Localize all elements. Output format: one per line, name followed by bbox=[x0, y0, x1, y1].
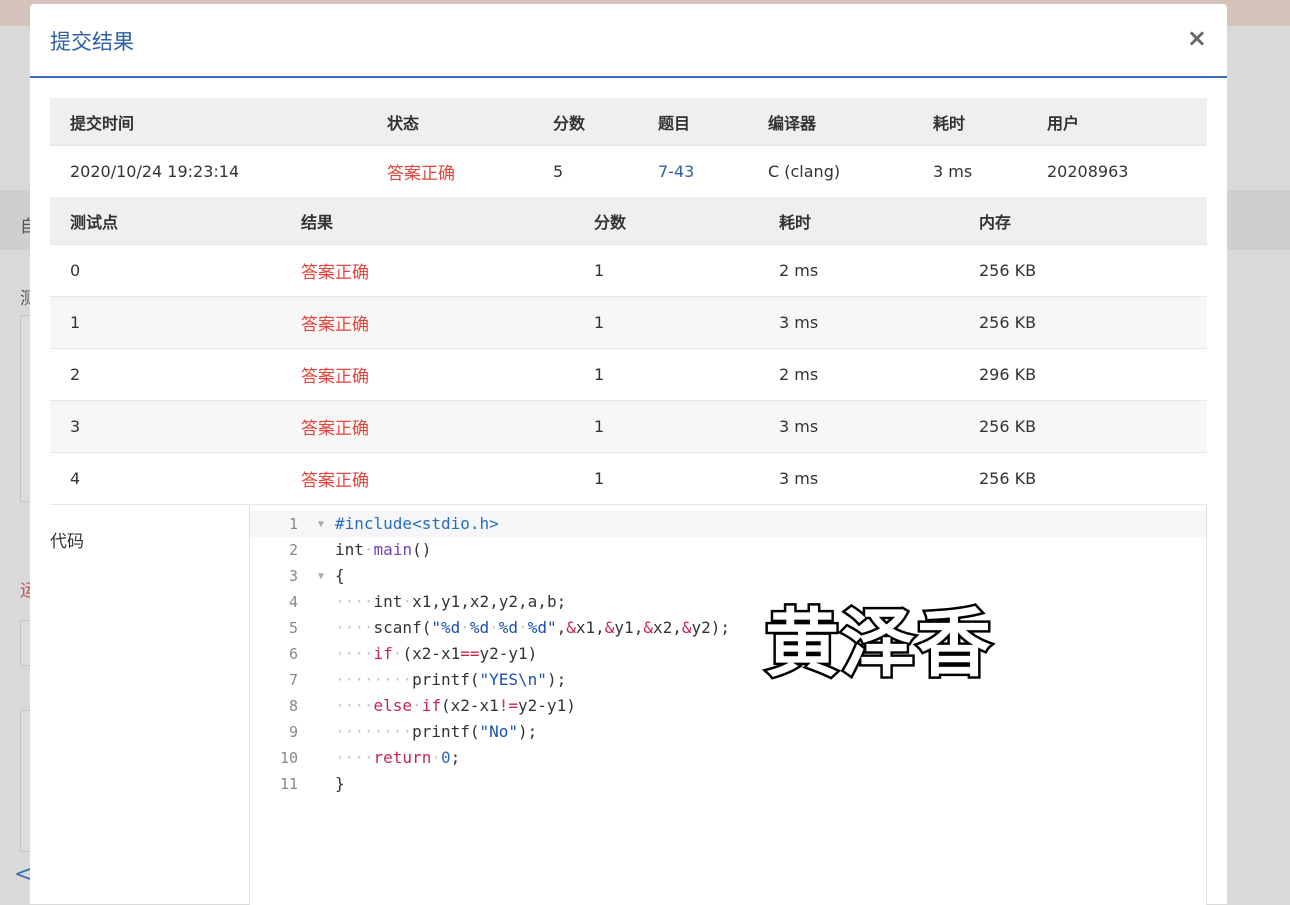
line-number: 3 bbox=[288, 567, 298, 585]
column-header: 编译器 bbox=[748, 98, 913, 146]
test-score: 1 bbox=[574, 296, 759, 349]
column-header: 状态 bbox=[367, 98, 533, 146]
test-score: 1 bbox=[574, 452, 759, 504]
total-score: 5 bbox=[533, 145, 638, 197]
code-text: } bbox=[335, 774, 345, 793]
problem-link[interactable]: 7-43 bbox=[638, 145, 748, 197]
code-label: 代码 bbox=[50, 532, 84, 552]
fold-toggle-icon[interactable]: ▼ bbox=[318, 564, 324, 590]
test-time: 3 ms bbox=[759, 452, 959, 504]
code-line[interactable]: 9 ········printf("No"); bbox=[250, 719, 1206, 745]
test-memory: 256 KB bbox=[959, 400, 1207, 453]
fold-toggle-icon[interactable]: ▼ bbox=[318, 512, 324, 538]
compiler: C (clang) bbox=[748, 145, 913, 197]
test-score: 1 bbox=[574, 400, 759, 453]
test-id: 0 bbox=[50, 244, 281, 297]
duration: 3 ms bbox=[913, 145, 1027, 197]
test-memory: 296 KB bbox=[959, 348, 1207, 401]
summary-header-row: 提交时间 状态 分数 题目 编译器 耗时 用户 bbox=[50, 98, 1207, 146]
column-header: 内存 bbox=[959, 197, 1207, 245]
summary-table: 提交时间 状态 分数 题目 编译器 耗时 用户 2020/10/24 19:23… bbox=[50, 98, 1207, 197]
line-number: 10 bbox=[279, 749, 298, 767]
modal-content: 提交时间 状态 分数 题目 编译器 耗时 用户 2020/10/24 19:23… bbox=[50, 98, 1207, 905]
test-memory: 256 KB bbox=[959, 244, 1207, 297]
column-header: 结果 bbox=[281, 197, 574, 245]
table-row: 2 答案正确 1 2 ms 296 KB bbox=[50, 348, 1207, 401]
code-text: ····int·x1,y1,x2,y2,a,b; bbox=[335, 592, 567, 611]
test-time: 2 ms bbox=[759, 348, 959, 401]
code-line[interactable]: 2 int·main() bbox=[250, 537, 1206, 563]
test-id: 1 bbox=[50, 296, 281, 349]
submit-time: 2020/10/24 19:23:14 bbox=[50, 145, 367, 197]
test-score: 1 bbox=[574, 244, 759, 297]
code-line[interactable]: 1 ▼ #include<stdio.h> bbox=[250, 511, 1206, 537]
table-row: 3 答案正确 1 3 ms 256 KB bbox=[50, 400, 1207, 453]
code-text: ····if·(x2-x1==y2-y1) bbox=[335, 644, 538, 663]
test-header-row: 测试点 结果 分数 耗时 内存 bbox=[50, 197, 1207, 245]
code-text: ····scanf("%d·%d·%d·%d",&x1,&y1,&x2,&y2)… bbox=[335, 618, 731, 637]
line-number: 2 bbox=[288, 541, 298, 559]
column-header: 提交时间 bbox=[50, 98, 367, 146]
test-id: 3 bbox=[50, 400, 281, 453]
test-memory: 256 KB bbox=[959, 296, 1207, 349]
line-number: 1 bbox=[288, 515, 298, 533]
test-score: 1 bbox=[574, 348, 759, 401]
line-number: 6 bbox=[288, 645, 298, 663]
code-text: int·main() bbox=[335, 540, 432, 559]
column-header: 用户 bbox=[1027, 98, 1207, 146]
test-id: 4 bbox=[50, 452, 281, 504]
code-line[interactable]: 5 ····scanf("%d·%d·%d·%d",&x1,&y1,&x2,&y2… bbox=[250, 615, 1206, 641]
test-result: 答案正确 bbox=[281, 348, 574, 401]
modal-header: 提交结果 × bbox=[30, 4, 1227, 78]
submission-result-modal: 提交结果 × 提交时间 状态 分数 题目 编译器 耗时 用户 2020/10/2… bbox=[30, 4, 1227, 905]
test-time: 3 ms bbox=[759, 400, 959, 453]
test-result: 答案正确 bbox=[281, 400, 574, 453]
test-result: 答案正确 bbox=[281, 244, 574, 297]
user-id: 20208963 bbox=[1027, 145, 1207, 197]
line-number: 7 bbox=[288, 671, 298, 689]
code-editor[interactable]: 1 ▼ #include<stdio.h> 2 int·main() 3 ▼ {4 ····in… bbox=[249, 505, 1207, 905]
close-icon[interactable]: × bbox=[1187, 22, 1207, 54]
code-text: #include<stdio.h> bbox=[335, 514, 499, 533]
line-number: 4 bbox=[288, 593, 298, 611]
line-number: 9 bbox=[288, 723, 298, 741]
column-header: 分数 bbox=[533, 98, 638, 146]
test-id: 2 bbox=[50, 348, 281, 401]
table-row: 1 答案正确 1 3 ms 256 KB bbox=[50, 296, 1207, 349]
code-text: ····return·0; bbox=[335, 748, 461, 767]
code-line[interactable]: 11} bbox=[250, 771, 1206, 797]
modal-title: 提交结果 bbox=[50, 30, 134, 54]
test-time: 2 ms bbox=[759, 244, 959, 297]
column-header: 分数 bbox=[574, 197, 759, 245]
test-memory: 256 KB bbox=[959, 452, 1207, 504]
test-case-table: 测试点 结果 分数 耗时 内存 0 答案正确 1 2 ms 256 KB 1 答 bbox=[50, 197, 1207, 504]
summary-row: 2020/10/24 19:23:14 答案正确 5 7-43 C (clang… bbox=[50, 145, 1207, 197]
line-number: 11 bbox=[279, 775, 298, 793]
code-line[interactable]: 4 ····int·x1,y1,x2,y2,a,b; bbox=[250, 589, 1206, 615]
code-line[interactable]: 6 ····if·(x2-x1==y2-y1) bbox=[250, 641, 1206, 667]
code-text: ········printf("No"); bbox=[335, 722, 538, 741]
line-number: 5 bbox=[288, 619, 298, 637]
line-number: 8 bbox=[288, 697, 298, 715]
test-result: 答案正确 bbox=[281, 296, 574, 349]
test-time: 3 ms bbox=[759, 296, 959, 349]
code-text: ········printf("YES\n"); bbox=[335, 670, 567, 689]
code-line[interactable]: 7 ········printf("YES\n"); bbox=[250, 667, 1206, 693]
code-text: { bbox=[335, 566, 345, 585]
status-badge: 答案正确 bbox=[367, 145, 533, 197]
column-header: 耗时 bbox=[913, 98, 1027, 146]
column-header: 题目 bbox=[638, 98, 748, 146]
code-section: 代码 1 ▼ #include<stdio.h> 2 int·main() 3 ▼ {4 ···… bbox=[50, 504, 1207, 905]
column-header: 耗时 bbox=[759, 197, 959, 245]
code-text: ····else·if(x2-x1!=y2-y1) bbox=[335, 696, 576, 715]
code-line[interactable]: 10 ····return·0; bbox=[250, 745, 1206, 771]
column-header: 测试点 bbox=[50, 197, 281, 245]
code-line[interactable]: 3 ▼ { bbox=[250, 563, 1206, 589]
code-line[interactable]: 8 ····else·if(x2-x1!=y2-y1) bbox=[250, 693, 1206, 719]
table-row: 4 答案正确 1 3 ms 256 KB bbox=[50, 452, 1207, 504]
test-result: 答案正确 bbox=[281, 452, 574, 504]
watermark-text: 黄泽香 bbox=[763, 599, 994, 690]
table-row: 0 答案正确 1 2 ms 256 KB bbox=[50, 244, 1207, 297]
